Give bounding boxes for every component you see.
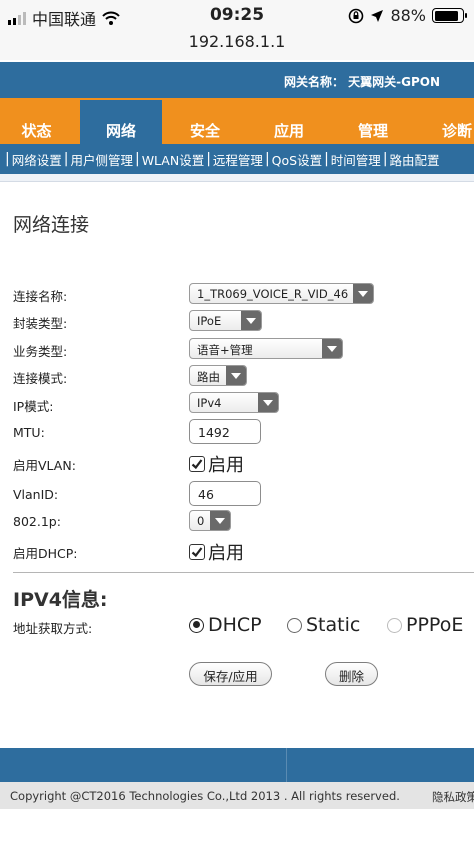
copyright-text: Copyright @CT2016 Technologies Co.,Ltd 2… — [10, 789, 400, 803]
gateway-header: 网关名称： 天翼网关-GPON — [0, 62, 474, 98]
connection-name-value: 1_TR069_VOICE_R_VID_46 — [197, 287, 349, 301]
checkbox-checked-icon — [189, 456, 205, 472]
tab-network[interactable]: 网络 — [80, 100, 162, 144]
radio-unselected-icon — [287, 617, 302, 633]
sub-nav-separator: | — [5, 151, 10, 167]
dot1p-value: 0 — [197, 514, 205, 528]
privacy-policy-link[interactable]: 隐私政策 — [432, 789, 474, 805]
subnav-remote-management[interactable]: 远程管理 — [213, 150, 263, 169]
chevron-down-icon — [210, 511, 230, 530]
status-bar: 中国联通 09:25 88% — [0, 0, 474, 30]
footer-bar — [0, 748, 474, 782]
tab-security[interactable]: 安全 — [164, 98, 246, 144]
subnav-route-config[interactable]: 路由配置 — [390, 150, 440, 169]
connection-name-label: 连接名称: — [13, 289, 68, 304]
mtu-input[interactable]: 1492 — [189, 419, 261, 444]
footer-divider — [286, 748, 287, 782]
section-divider — [13, 572, 474, 573]
radio-dhcp-label: DHCP — [208, 614, 262, 636]
ipv4-section-title: IPV4信息: — [13, 589, 108, 611]
battery-icon — [432, 8, 467, 23]
sub-nav-separator: | — [264, 151, 270, 167]
connection-name-select[interactable]: 1_TR069_VOICE_R_VID_46 — [189, 283, 374, 304]
radio-unselected-icon — [387, 617, 402, 633]
sub-nav: | 网络设置 | 用户侧管理 | WLAN设置 | 远程管理 | QoS设置 |… — [0, 144, 474, 174]
battery-percent: 88% — [390, 6, 426, 25]
dot1p-select[interactable]: 0 — [189, 510, 231, 531]
chevron-down-icon — [241, 311, 261, 330]
encapsulation-label: 封装类型: — [13, 316, 68, 331]
tab-applications[interactable]: 应用 — [248, 98, 330, 144]
radio-pppoe-label: PPPoE — [406, 614, 464, 636]
subnav-user-side-management[interactable]: 用户侧管理 — [70, 150, 133, 169]
connection-mode-value: 路由 — [197, 370, 220, 384]
sub-nav-separator: | — [324, 151, 329, 167]
enable-vlan-text: 启用 — [208, 455, 244, 476]
sub-nav-separator: | — [63, 151, 69, 167]
radio-pppoe[interactable]: PPPoE — [387, 614, 463, 636]
subnav-qos-settings[interactable]: QoS设置 — [272, 150, 322, 169]
address-method-label: 地址获取方式: — [13, 621, 93, 636]
main-nav: 状态 网络 安全 应用 管理 诊断 — [0, 98, 474, 144]
address-bar[interactable]: 192.168.1.1 — [0, 30, 474, 60]
status-right: 88% — [348, 6, 467, 25]
save-apply-button[interactable]: 保存/应用 — [189, 662, 272, 686]
footer: Copyright @CT2016 Technologies Co.,Ltd 2… — [0, 782, 474, 809]
subnav-network-settings[interactable]: 网络设置 — [12, 150, 62, 169]
enable-dhcp-label: 启用DHCP: — [13, 546, 78, 561]
tab-management[interactable]: 管理 — [332, 98, 414, 144]
content-top-strip — [0, 174, 474, 182]
sub-nav-separator: | — [382, 151, 388, 167]
radio-static[interactable]: Static — [287, 614, 360, 636]
radio-static-label: Static — [306, 614, 361, 636]
vlan-id-label: VlanID: — [13, 487, 59, 502]
connection-mode-label: 连接模式: — [13, 371, 68, 386]
page-title: 网络连接 — [13, 214, 90, 236]
subnav-wlan-settings[interactable]: WLAN设置 — [142, 150, 205, 169]
gateway-name: 网关名称： 天翼网关-GPON — [283, 75, 440, 89]
radio-selected-icon — [189, 617, 204, 633]
subnav-time-management[interactable]: 时间管理 — [331, 150, 381, 169]
chevron-down-icon — [353, 284, 373, 303]
enable-vlan-label: 启用VLAN: — [13, 458, 76, 473]
checkbox-checked-icon — [189, 544, 205, 560]
tab-diagnostics[interactable]: 诊断 — [416, 98, 474, 144]
url-text: 192.168.1.1 — [188, 32, 286, 51]
ip-mode-value: IPv4 — [197, 396, 222, 410]
enable-vlan-checkbox[interactable]: 启用 — [189, 451, 244, 477]
delete-button[interactable]: 删除 — [325, 662, 378, 686]
enable-dhcp-checkbox[interactable]: 启用 — [189, 539, 244, 565]
dot1p-label: 802.1p: — [13, 514, 61, 529]
service-type-label: 业务类型: — [13, 344, 68, 359]
encapsulation-select[interactable]: IPoE — [189, 310, 262, 331]
chevron-down-icon — [258, 393, 278, 412]
encapsulation-value: IPoE — [197, 314, 222, 328]
tab-status[interactable]: 状态 — [0, 98, 73, 144]
connection-mode-select[interactable]: 路由 — [189, 365, 247, 386]
mtu-label: MTU: — [13, 425, 45, 440]
enable-dhcp-text: 启用 — [208, 543, 244, 564]
ip-mode-select[interactable]: IPv4 — [189, 392, 279, 413]
ip-mode-label: IP模式: — [13, 399, 54, 414]
sub-nav-separator: | — [206, 151, 211, 167]
location-arrow-icon — [371, 9, 384, 22]
service-type-select[interactable]: 语音+管理 — [189, 338, 343, 359]
chevron-down-icon — [322, 339, 342, 358]
chevron-down-icon — [226, 366, 246, 385]
vlan-id-input[interactable]: 46 — [189, 481, 261, 506]
sub-nav-separator: | — [134, 151, 140, 167]
rotation-lock-icon — [349, 8, 364, 23]
service-type-value: 语音+管理 — [197, 343, 253, 357]
radio-dhcp[interactable]: DHCP — [189, 614, 262, 636]
